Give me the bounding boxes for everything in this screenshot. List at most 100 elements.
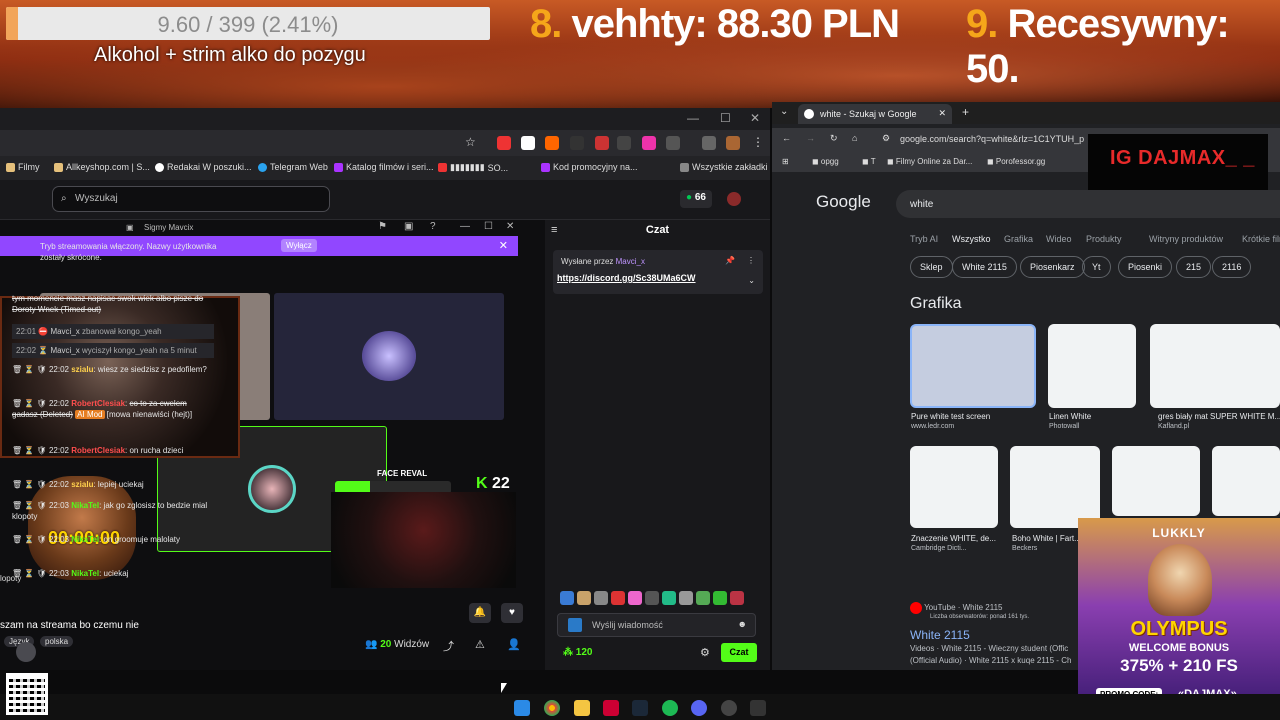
tab-all[interactable]: Wszystko — [952, 234, 991, 244]
folder-icon[interactable] — [574, 700, 590, 716]
steam-icon[interactable] — [632, 700, 648, 716]
picture-in-picture-icon[interactable]: ▣ — [404, 221, 413, 232]
menu-icon[interactable] — [702, 136, 716, 150]
tag-polska[interactable]: polska — [40, 636, 74, 647]
emote-icon[interactable] — [662, 591, 676, 605]
chip-filter[interactable]: 215 — [1176, 256, 1212, 278]
emote-icon[interactable] — [645, 591, 659, 605]
image-result[interactable] — [1048, 324, 1136, 408]
points-badge[interactable]: ● 66 — [680, 190, 712, 208]
pinned-link[interactable]: https://discord.gg/Sc38UMa6CW — [557, 273, 696, 283]
chip-filter[interactable]: 2116 — [1212, 256, 1252, 278]
image-result[interactable] — [1010, 446, 1100, 528]
bookmark-katalog[interactable]: Katalog filmów i seri... — [334, 162, 434, 172]
kebab-menu-icon[interactable]: ⋮ — [747, 256, 755, 265]
image-caption[interactable]: Znaczenie WHITE, de... — [911, 534, 1001, 543]
notifications-bell-icon[interactable]: 🔔 — [469, 603, 491, 623]
netflix-icon[interactable] — [603, 700, 619, 716]
report-icon[interactable]: ⚠ — [475, 638, 485, 651]
google-search-input[interactable]: white — [896, 190, 1280, 218]
bookmark-star-icon[interactable]: ☆ — [465, 135, 476, 149]
image-result[interactable] — [910, 324, 1036, 408]
user-add-icon[interactable]: 👤 — [507, 638, 521, 651]
avatar[interactable] — [727, 192, 741, 206]
close-icon[interactable]: ✕ — [499, 239, 508, 252]
image-result[interactable] — [1150, 324, 1280, 408]
extensions-puzzle-icon[interactable] — [666, 136, 680, 150]
image-result[interactable] — [1112, 446, 1200, 516]
pinned-message[interactable]: Wysłane przez Mavci_x 📌 ⋮ https://discor… — [553, 250, 763, 294]
emote-icon[interactable] — [713, 591, 727, 605]
chrome-icon[interactable] — [544, 700, 560, 716]
gear-icon[interactable]: ⚙ — [700, 646, 710, 659]
pin-icon[interactable]: ⚑ — [378, 221, 387, 232]
google-logo[interactable]: Google — [816, 192, 871, 212]
image-caption[interactable]: Pure white test screen — [911, 412, 1037, 421]
forward-icon[interactable]: → — [806, 133, 815, 143]
emote-icon[interactable] — [611, 591, 625, 605]
pin-icon[interactable]: 📌 — [725, 256, 735, 265]
app-icon[interactable] — [750, 700, 766, 716]
bookmark-porofessor[interactable]: ◼ Porofessor.gg — [987, 157, 1045, 166]
tab-product-sites[interactable]: Witryny produktów — [1149, 234, 1223, 244]
follow-heart-icon[interactable]: ♥ — [501, 603, 523, 623]
tab-products[interactable]: Produkty — [1086, 234, 1122, 244]
extension-icon[interactable] — [642, 136, 656, 150]
site-info-icon[interactable]: ⚙ — [882, 133, 890, 144]
tab-ai-mode[interactable]: Tryb AI — [910, 234, 938, 244]
emote-icon[interactable] — [628, 591, 642, 605]
image-result[interactable] — [910, 446, 998, 528]
back-icon[interactable]: ← — [782, 133, 791, 143]
kebab-menu-icon[interactable]: ⋮ — [752, 135, 764, 149]
bookmark-redakai[interactable]: Redakai W poszuki... — [155, 162, 252, 172]
bookmark-filmy-online[interactable]: ◼ Filmy Online za Dar... — [887, 157, 972, 166]
chevron-down-icon[interactable]: ⌄ — [748, 276, 755, 285]
channel-points[interactable]: ⁂ 120 — [563, 647, 592, 658]
tab-images[interactable]: Grafika — [1004, 234, 1033, 244]
close-icon[interactable]: ✕ — [750, 111, 760, 125]
extension-icon[interactable] — [617, 136, 631, 150]
reload-icon[interactable]: ↻ — [830, 133, 838, 144]
extension-icon[interactable] — [570, 136, 584, 150]
kick-emote-icon[interactable] — [568, 618, 582, 632]
chat-input[interactable]: Wyślij wiadomość ☻ — [557, 613, 756, 637]
apps-icon[interactable]: ⊞ — [782, 157, 789, 166]
tab-video[interactable]: Wideo — [1046, 234, 1072, 244]
bookmark-filmy[interactable]: Filmy — [6, 162, 40, 172]
image-caption[interactable]: Boho White | Fart... — [1012, 534, 1078, 543]
search-input[interactable]: ⌕ Wyszukaj — [52, 186, 330, 212]
chip-filter[interactable]: Sklep — [910, 256, 953, 278]
bookmark-opgg[interactable]: ◼ opgg — [812, 157, 839, 166]
minimize-icon[interactable]: — — [687, 111, 699, 125]
url-field[interactable]: google.com/search?q=white&rlz=1C1YTUH_p — [900, 134, 1084, 144]
chip-filter[interactable]: Piosenkarz — [1020, 256, 1085, 278]
chat-send-button[interactable]: Czat — [721, 643, 757, 662]
casino-ad[interactable]: LUKKLY OLYMPUS WELCOME BONUS 375% + 210 … — [1078, 518, 1280, 712]
extension-icon[interactable] — [497, 136, 511, 150]
maximize-icon[interactable]: ☐ — [484, 221, 493, 232]
image-caption[interactable]: gres biały mat SUPER WHITE M... — [1158, 412, 1280, 421]
extension-icon[interactable] — [545, 136, 559, 150]
tab-short-videos[interactable]: Krótkie filmy — [1242, 234, 1280, 244]
youtube-result-title[interactable]: White 2115 — [910, 628, 970, 642]
share-icon[interactable]: ⤴ — [443, 638, 454, 654]
extension-icon[interactable] — [521, 136, 535, 150]
bookmark-telegram[interactable]: Telegram Web — [258, 162, 328, 172]
emote-icon[interactable] — [560, 591, 574, 605]
image-caption[interactable]: Linen White — [1049, 412, 1137, 421]
bookmark-all[interactable]: Wszystkie zakładki — [680, 162, 768, 172]
discord-icon[interactable] — [691, 700, 707, 716]
emote-icon[interactable] — [577, 591, 591, 605]
chip-filter[interactable]: White 2115 — [952, 256, 1017, 278]
image-result[interactable] — [1212, 446, 1280, 516]
profile-icon[interactable] — [726, 136, 740, 150]
chip-filter[interactable]: Piosenki — [1118, 256, 1173, 278]
close-tab-icon[interactable]: ✕ — [938, 108, 946, 119]
emote-icon[interactable] — [730, 591, 744, 605]
tab-search-icon[interactable]: ⌄ — [780, 106, 788, 117]
bookmark-allkeyshop[interactable]: Allkeyshop.com | S... — [54, 162, 150, 172]
extension-icon[interactable] — [595, 136, 609, 150]
tab-google-search[interactable]: white - Szukaj w Google ✕ — [798, 104, 952, 124]
emote-icon[interactable] — [594, 591, 608, 605]
maximize-icon[interactable]: ☐ — [720, 111, 731, 125]
